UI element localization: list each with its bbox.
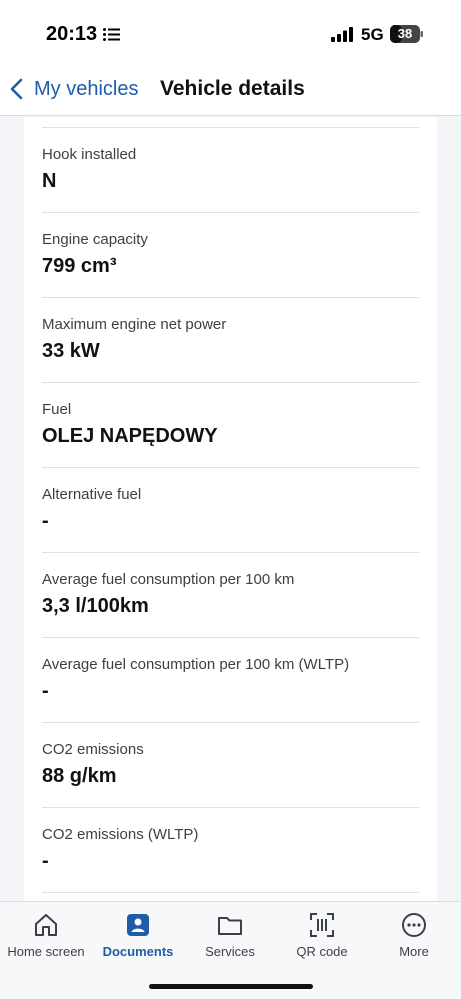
battery-level: 38 [397,26,413,41]
detail-label: Average fuel consumption per 100 km (WLT… [42,656,350,673]
detail-label: Average fuel consumption per 100 km [42,571,295,588]
tab-more[interactable]: More [368,902,460,968]
tab-documents[interactable]: Documents [92,902,184,968]
folder-icon [218,917,242,935]
detail-row-previous [42,117,419,128]
detail-value: 799 cm³ [42,255,117,277]
detail-row-co2: CO2 emissions 88 g/km [42,723,419,808]
detail-value: 33 kW [42,340,100,362]
network-type: 5G [361,25,384,44]
home-indicator[interactable] [149,984,313,989]
tab-label: QR code [296,944,348,959]
tab-home-screen[interactable]: Home screen [0,902,92,968]
status-bar: 20:13 5G 38 [0,0,461,66]
detail-label: CO2 emissions [42,741,144,758]
tab-services[interactable]: Services [184,902,276,968]
signal-icon [331,27,353,42]
detail-label: Engine capacity [42,231,148,248]
detail-row-fuel: Fuel OLEJ NAPĘDOWY [42,383,419,468]
detail-label: Fuel [42,401,72,418]
more-icon [402,913,426,937]
detail-value: 88 g/km [42,765,117,787]
detail-label: Alternative fuel [42,486,142,503]
detail-value: N [42,170,57,192]
detail-label: Hook installed [42,146,137,163]
detail-value: 3,3 l/100km [42,595,149,617]
back-button[interactable]: My vehicles [8,74,138,104]
detail-row-co2-wltp: CO2 emissions (WLTP) - [42,808,419,893]
tab-label: Documents [102,944,174,959]
page-title: Vehicle details [160,77,305,100]
detail-row-fuel-consumption: Average fuel consumption per 100 km 3,3 … [42,553,419,638]
detail-value: OLEJ NAPĘDOWY [42,425,218,447]
detail-label: Maximum engine net power [42,316,227,333]
detail-row-engine-capacity: Engine capacity 799 cm³ [42,213,419,298]
tab-label: Home screen [7,944,85,959]
tab-qr-code[interactable]: QR code [276,902,368,968]
document-id-icon [127,914,149,936]
detail-row-alternative-fuel: Alternative fuel - [42,468,419,553]
list-icon [103,28,120,41]
detail-row-hook: Hook installed N [42,128,419,213]
home-icon [35,914,57,936]
chevron-left-icon [10,78,23,100]
tab-label: Services [205,944,255,959]
tab-label: More [399,944,429,959]
detail-value: - [42,850,49,872]
detail-value: - [42,680,49,702]
detail-row-fuel-consumption-wltp: Average fuel consumption per 100 km (WLT… [42,638,419,723]
navigation-header: My vehicles Vehicle details [0,66,461,116]
back-label: My vehicles [34,77,139,100]
vehicle-details-list[interactable]: Hook installed N Engine capacity 799 cm³… [24,117,437,901]
status-time: 20:13 [46,23,98,45]
qr-scan-icon [310,913,334,937]
detail-value: - [42,510,49,532]
detail-row-engine-power: Maximum engine net power 33 kW [42,298,419,383]
detail-label: CO2 emissions (WLTP) [42,826,199,843]
